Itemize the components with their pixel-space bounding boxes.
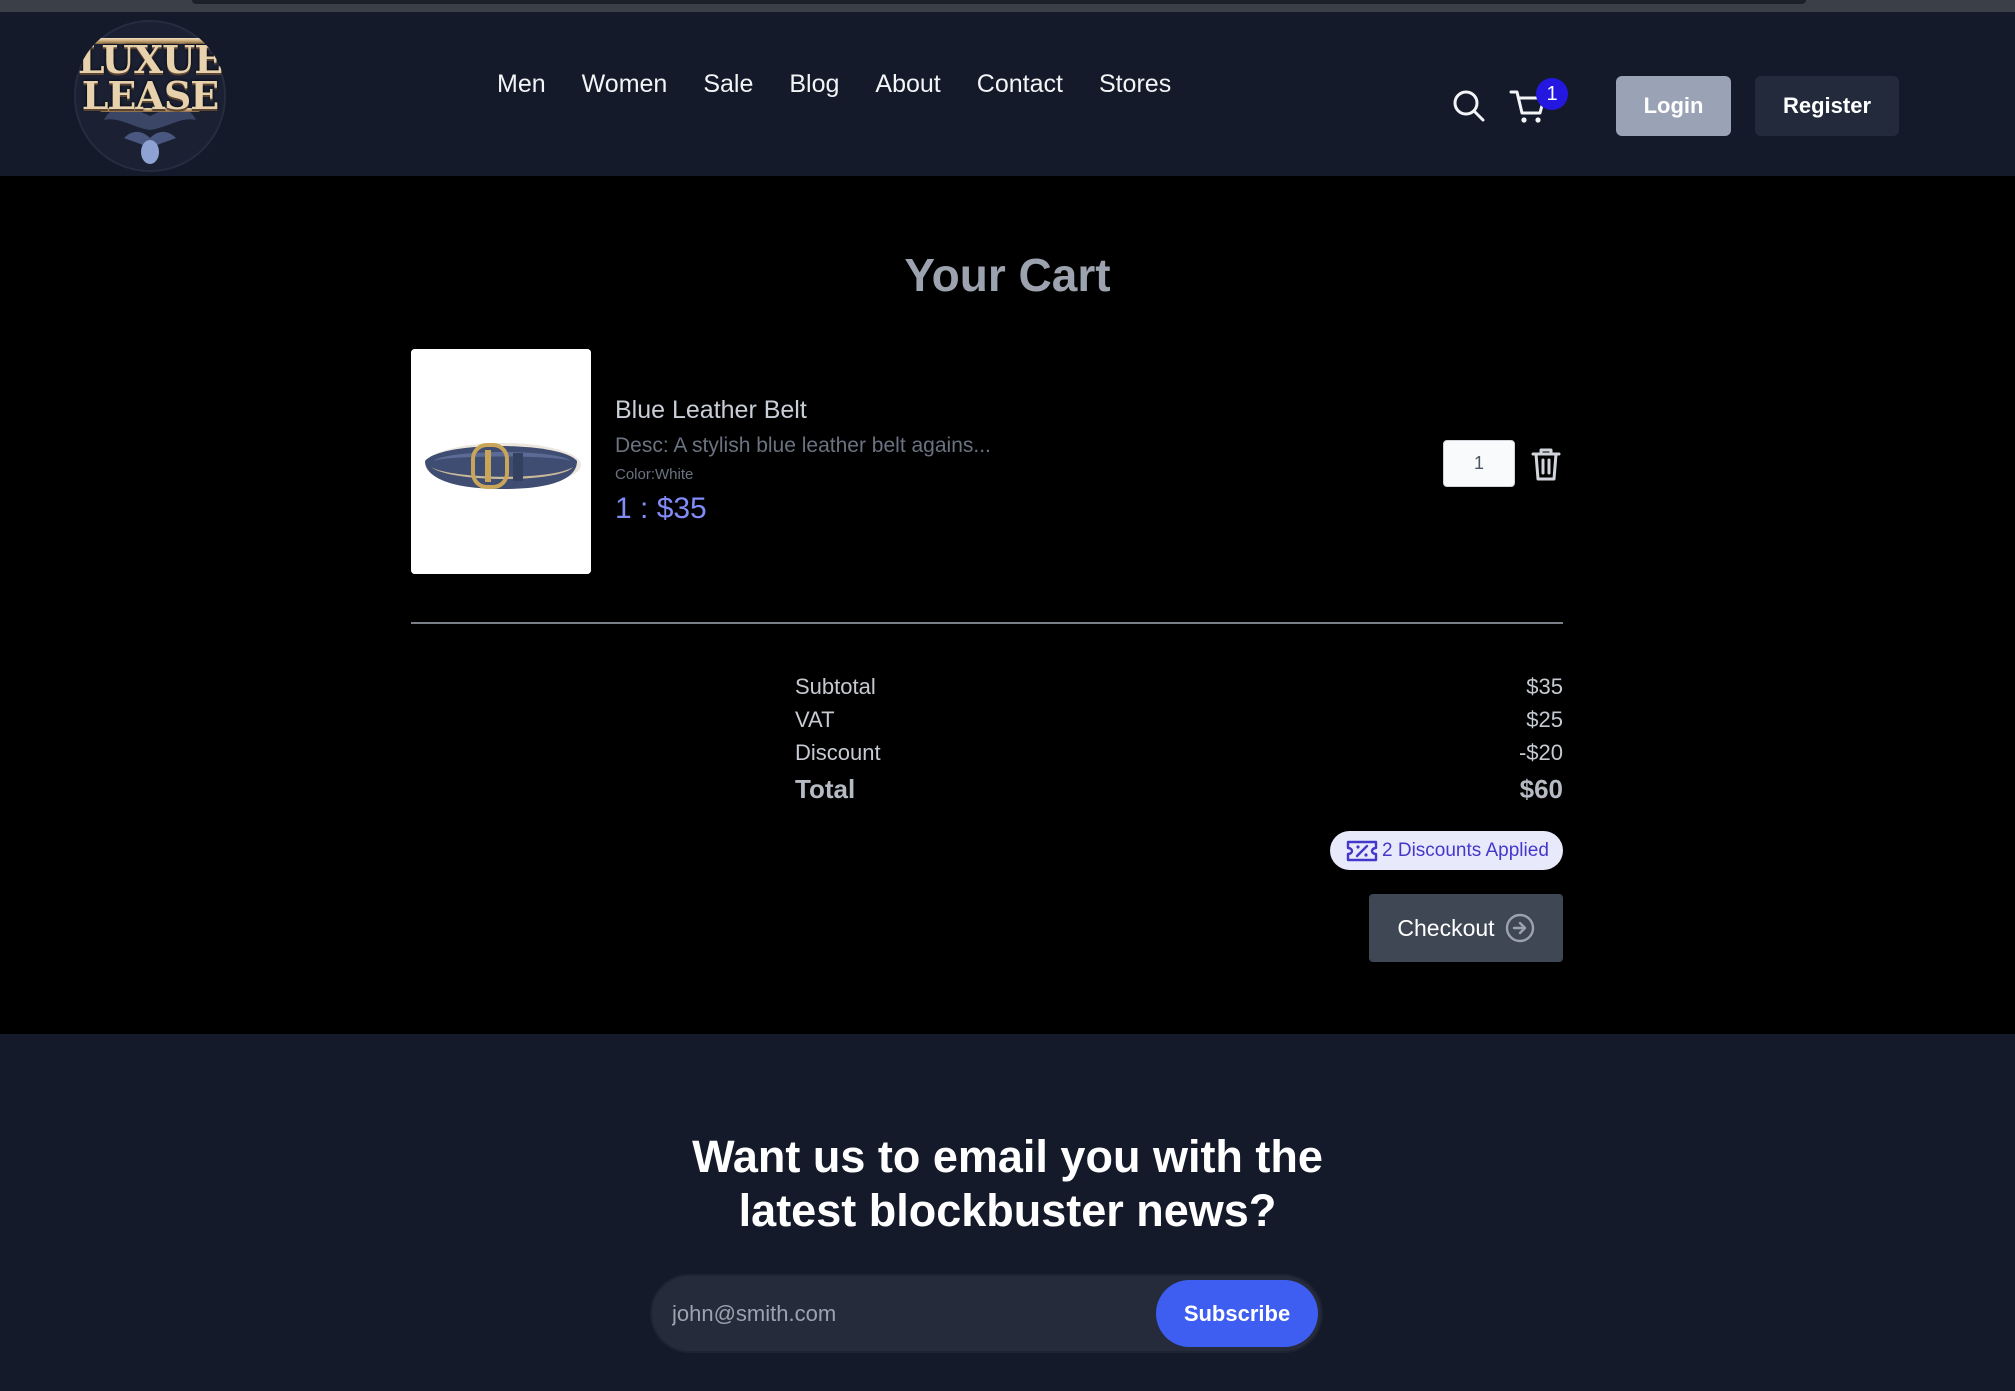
discount-badge-label: 2 Discounts Applied — [1382, 839, 1549, 861]
product-image[interactable] — [411, 349, 591, 574]
subtotal-value: $35 — [1526, 674, 1563, 699]
ticket-icon — [1346, 840, 1378, 861]
subtotal-label: Subtotal — [795, 674, 876, 699]
summary-total: Total $60 — [795, 774, 1563, 805]
register-button[interactable]: Register — [1755, 76, 1899, 136]
nav-link-blog[interactable]: Blog — [771, 52, 857, 116]
summary-vat: VAT $25 — [795, 707, 1563, 733]
quantity-input[interactable] — [1443, 440, 1515, 487]
logo-line-2: LEASE — [81, 73, 220, 118]
main-nav: Men Women Sale Blog About Contact Stores — [497, 70, 1189, 116]
site-header: LUXUE LEASE Men Women Sale Blog About Co… — [0, 12, 2015, 176]
newsletter-section: Want us to email you with the latest blo… — [0, 1034, 2015, 1391]
nav-link-men[interactable]: Men — [497, 52, 564, 116]
remove-item-button[interactable] — [1527, 444, 1565, 484]
subscribe-button[interactable]: Subscribe — [1156, 1280, 1318, 1347]
login-button[interactable]: Login — [1616, 76, 1731, 136]
product-color: Color:White — [615, 466, 694, 483]
newsletter-heading-line-2: latest blockbuster news? — [738, 1185, 1277, 1236]
vat-value: $25 — [1526, 707, 1563, 732]
checkout-button[interactable]: Checkout — [1369, 894, 1563, 962]
top-strip-inner — [192, 0, 1806, 4]
nav-link-sale[interactable]: Sale — [685, 52, 771, 116]
checkout-label: Checkout — [1397, 914, 1495, 941]
brand-logo[interactable]: LUXUE LEASE — [74, 20, 226, 172]
cart-section: Your Cart Blue Leather Belt Desc: A styl… — [0, 176, 2015, 1034]
email-input[interactable] — [672, 1290, 1112, 1338]
trash-icon — [1531, 448, 1561, 481]
vat-label: VAT — [795, 707, 835, 732]
product-name[interactable]: Blue Leather Belt — [615, 396, 807, 425]
nav-link-women[interactable]: Women — [564, 52, 686, 116]
browser-top-strip — [0, 0, 2015, 12]
search-button[interactable] — [1449, 86, 1489, 126]
summary-subtotal: Subtotal $35 — [795, 674, 1563, 700]
product-description: Desc: A stylish blue leather belt agains… — [615, 434, 991, 457]
nav-link-contact[interactable]: Contact — [959, 52, 1081, 116]
total-label: Total — [795, 774, 856, 804]
logo-wordmark: LUXUE LEASE — [74, 41, 226, 118]
nav-link-stores[interactable]: Stores — [1081, 52, 1189, 116]
search-icon — [1453, 90, 1485, 122]
newsletter-heading-line-1: Want us to email you with the — [692, 1131, 1323, 1182]
subscribe-form: Subscribe — [650, 1274, 1323, 1353]
newsletter-heading: Want us to email you with the latest blo… — [0, 1130, 2015, 1238]
arrow-circle-right-icon — [1505, 913, 1534, 943]
cart-divider — [411, 622, 1563, 624]
cart-count-badge: 1 — [1536, 78, 1568, 110]
product-qty-price: 1 : $35 — [615, 492, 707, 525]
total-value: $60 — [1519, 774, 1563, 804]
discount-value: -$20 — [1518, 740, 1563, 765]
nav-link-about[interactable]: About — [857, 52, 958, 116]
discounts-applied-badge[interactable]: 2 Discounts Applied — [1330, 831, 1563, 870]
page-title: Your Cart — [904, 249, 1111, 301]
belt-product-photo — [411, 349, 591, 574]
summary-discount: Discount -$20 — [795, 740, 1563, 766]
discount-label: Discount — [795, 740, 881, 765]
